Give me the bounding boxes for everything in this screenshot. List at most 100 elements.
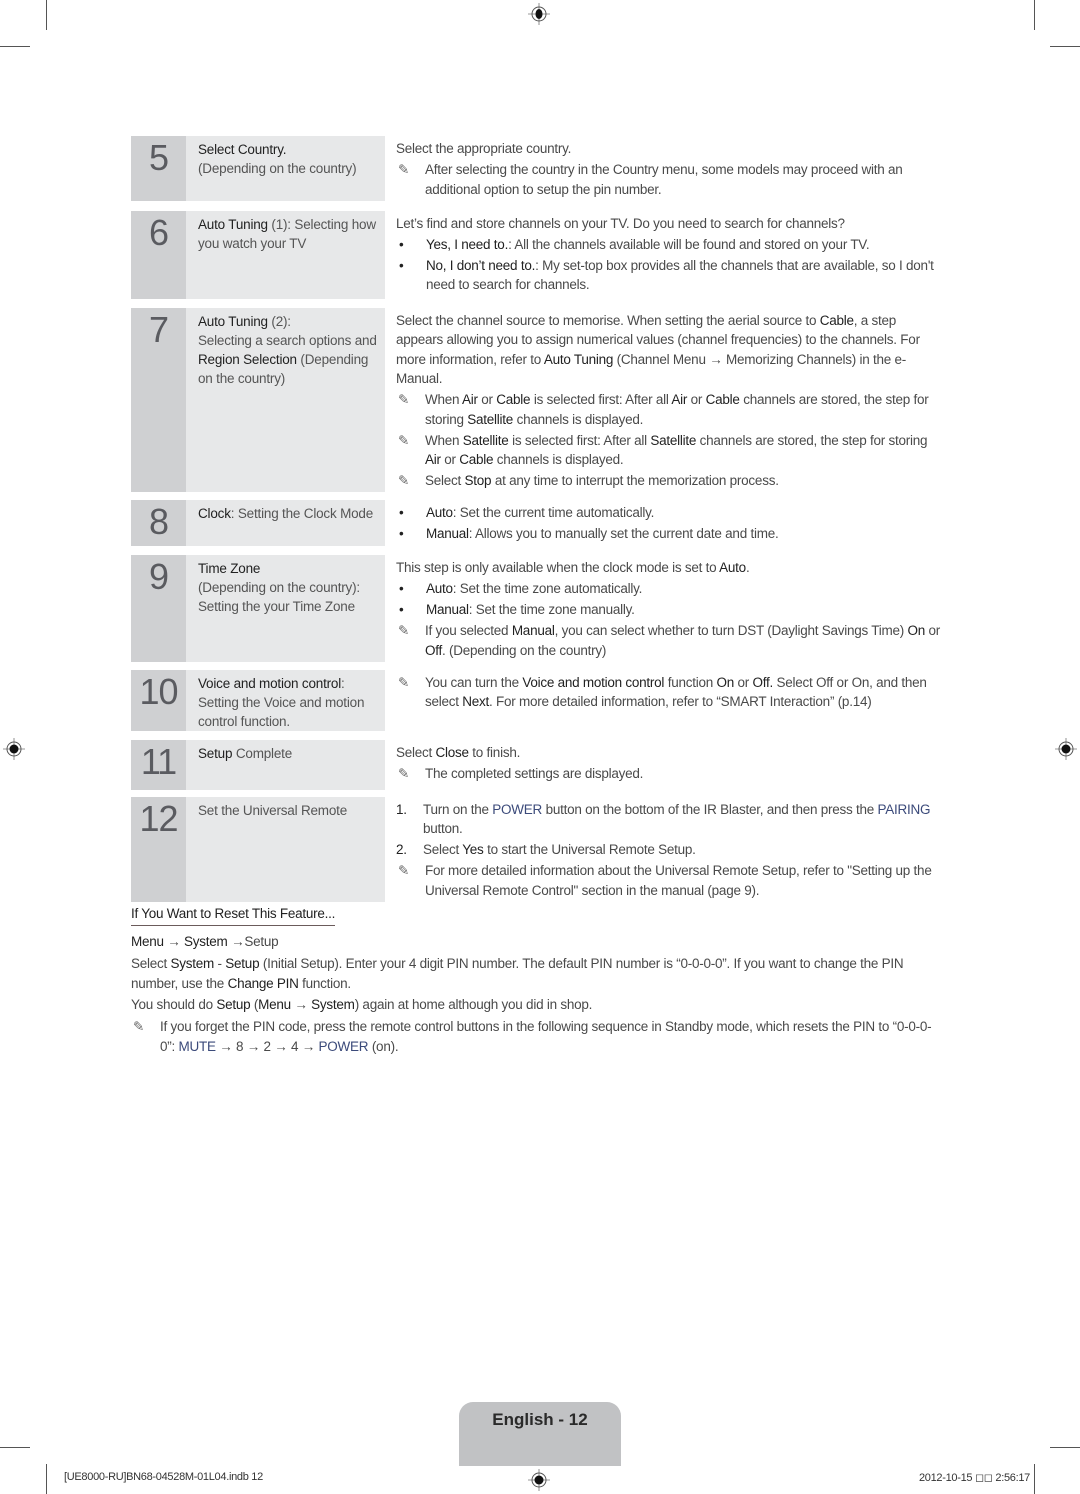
crop-mark — [1050, 1447, 1080, 1448]
paragraph: Let’s find and store channels on your TV… — [396, 214, 941, 234]
text-run: Select the channel source to memorise. W… — [396, 312, 820, 328]
text-run: : Set the time zone automatically. — [452, 581, 643, 596]
print-timestamp: 2012-10-15 ◻◻ 2:56:17 — [918, 1472, 1030, 1484]
item-text: Turn on the POWER button on the bottom o… — [423, 800, 941, 839]
text-run: If you selected — [425, 623, 512, 638]
item-text: Yes, I need to.: All the channels availa… — [426, 235, 870, 255]
text-run: . — [745, 560, 750, 575]
emphasis-text: Menu — [258, 997, 291, 1012]
item-text: You can turn the Voice and motion contro… — [425, 673, 941, 712]
note-item: ✎ The completed settings are displayed. — [396, 764, 941, 784]
emphasis-text: Off — [425, 642, 443, 658]
setup-steps-table: 5 Select Country. (Depending on the countr… — [131, 136, 941, 909]
text-run: Set the Universal Remote — [198, 802, 348, 818]
bullet-icon: • — [399, 602, 404, 617]
text-run: or — [925, 623, 941, 638]
note-item: ✎ After selecting the country in the Coun… — [396, 160, 941, 199]
crop-mark — [0, 46, 30, 47]
emphasis-text: Satellite — [462, 432, 509, 448]
text-run: : Setting the Clock Mode — [230, 506, 374, 521]
emphasis-text: Auto — [426, 505, 453, 520]
item-text: Auto: Set the time zone automatically. — [426, 579, 642, 599]
emphasis-text: Cable — [459, 452, 494, 467]
note-item: ✎ When Air or Cable is selected first: Af… — [396, 390, 941, 429]
text-run: Selecting a search options and — [198, 332, 377, 348]
text-run: (Depending on the country) — [198, 161, 357, 176]
step-label-cell: 7 Auto Tuning (2): Selecting a search opti… — [131, 307, 385, 492]
text-run: at any time to interrupt the memorizatio… — [491, 473, 779, 488]
setup-step-row: 9 Time Zone (Depending on the country): Se… — [131, 555, 941, 662]
emphasis-text: No, I don’t need to. — [426, 257, 536, 273]
text-run: When — [425, 432, 463, 448]
note-pencil-icon: ✎ — [398, 765, 410, 781]
emphasis-text: Cable — [496, 392, 531, 407]
text-run: . For more detailed information, refer t… — [489, 694, 872, 709]
emphasis-text: Auto — [719, 560, 746, 575]
text-run: channels are stored, the step for storin… — [696, 432, 928, 448]
item-text: After selecting the country in the Count… — [425, 160, 941, 199]
text-run: . (Depending on the country) — [442, 642, 607, 658]
text-run: This step is only available when the clo… — [396, 560, 720, 575]
text-run: Select — [131, 955, 171, 971]
emphasis-text: Air — [462, 392, 478, 407]
bullet-icon: • — [399, 257, 404, 273]
emphasis-text: System — [170, 955, 215, 971]
note-pencil-icon: ✎ — [398, 392, 410, 407]
text-run: - — [214, 955, 226, 971]
step-number: 11 — [131, 739, 186, 790]
text-run: →Setup — [227, 934, 279, 949]
text-run: Select — [425, 473, 465, 488]
text-run: button on the bottom of the IR Blaster, … — [542, 801, 878, 817]
emphasis-text: Satellite — [467, 411, 514, 427]
setup-step-row: 5 Select Country. (Depending on the countr… — [131, 136, 941, 201]
step-description: Select the channel source to memorise. W… — [385, 308, 941, 493]
text-run: Let’s find and store channels on your TV… — [396, 215, 845, 231]
step-title: Voice and motion control: Setting the Vo… — [186, 670, 385, 731]
text-run: or — [734, 674, 753, 690]
step-number: 9 — [131, 555, 186, 662]
emphasis-text: Yes, I need to. — [426, 236, 509, 252]
paragraph: Select the appropriate country. — [396, 139, 941, 159]
setup-step-row: 12 Set the Universal Remote 1. Turn on the … — [131, 796, 941, 902]
item-text: If you selected Manual, you can select w… — [425, 621, 941, 660]
note-pencil-icon: ✎ — [398, 162, 410, 177]
emphasis-text: System — [311, 997, 355, 1012]
bullet-icon: • — [399, 581, 404, 596]
crop-mark — [1050, 46, 1080, 47]
step-label-cell: 5 Select Country. (Depending on the countr… — [131, 136, 385, 201]
emphasis-text: Setup — [198, 745, 233, 761]
setup-step-row: 11 Setup Complete Select Close to finish. ✎… — [131, 739, 941, 790]
text-run: function. — [298, 975, 351, 991]
setup-step-row: 8 Clock: Setting the Clock Mode • Auto: Set… — [131, 500, 941, 546]
step-label-cell: 6 Auto Tuning (1): Selecting how you watc… — [131, 210, 385, 299]
paragraph: Select System - Setup (Initial Setup). E… — [131, 954, 946, 994]
step-title: Auto Tuning (1): Selecting how you watch… — [186, 211, 385, 299]
text-run: Complete — [232, 745, 293, 761]
step-number: 10 — [131, 669, 186, 731]
note-item: ✎ Select Stop at any time to interrupt th… — [396, 471, 941, 491]
note-pencil-icon: ✎ — [133, 1018, 145, 1034]
setup-step-row: 10 Voice and motion control: Setting the … — [131, 669, 941, 731]
emphasis-text: Manual — [426, 602, 469, 617]
emphasis-text: Voice and motion control — [198, 675, 342, 691]
note-item: ✎ For more detailed information about the… — [396, 861, 941, 900]
registration-mark-icon — [528, 1469, 550, 1491]
emphasis-text: Manual — [511, 623, 555, 638]
step-description: Select the appropriate country. ✎ After se… — [385, 136, 941, 201]
text-run: ) again at home although you did in shop… — [354, 997, 593, 1012]
emphasis-text: Menu — [131, 934, 164, 949]
step-description: • Auto: Set the current time automaticall… — [385, 500, 941, 546]
emphasis-text: Region Selection — [198, 351, 297, 367]
button-name-text: MUTE — [178, 1038, 217, 1054]
button-name-text: POWER — [492, 801, 543, 817]
bullet-item: • No, I don’t need to.: My set-top box pr… — [396, 256, 941, 295]
button-name-text: PAIRING — [877, 801, 931, 817]
text-run: or — [440, 452, 460, 467]
step-description: This step is only available when the clo… — [385, 555, 941, 662]
step-title: Select Country. (Depending on the country… — [186, 136, 357, 201]
step-label-cell: 8 Clock: Setting the Clock Mode — [131, 500, 385, 546]
item-text: Select Yes to start the Universal Remote… — [423, 840, 696, 860]
step-title: Time Zone (Depending on the country): Set… — [186, 555, 385, 662]
text-run: is selected first: After all — [530, 392, 672, 407]
reset-heading: If You Want to Reset This Feature... — [131, 904, 335, 926]
